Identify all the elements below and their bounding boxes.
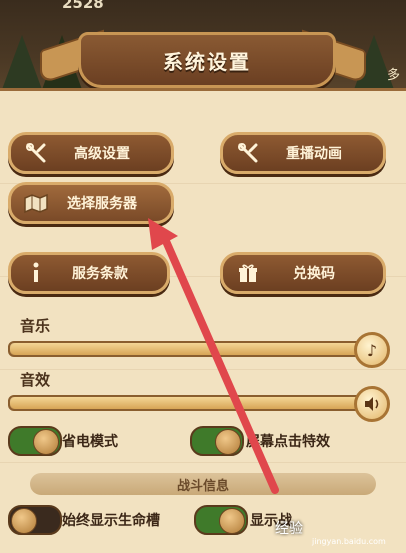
watermark-url: jingyan.baidu.com bbox=[312, 537, 386, 546]
annotation-arrow bbox=[148, 218, 279, 494]
watermark-brand: 经验 bbox=[275, 521, 303, 537]
